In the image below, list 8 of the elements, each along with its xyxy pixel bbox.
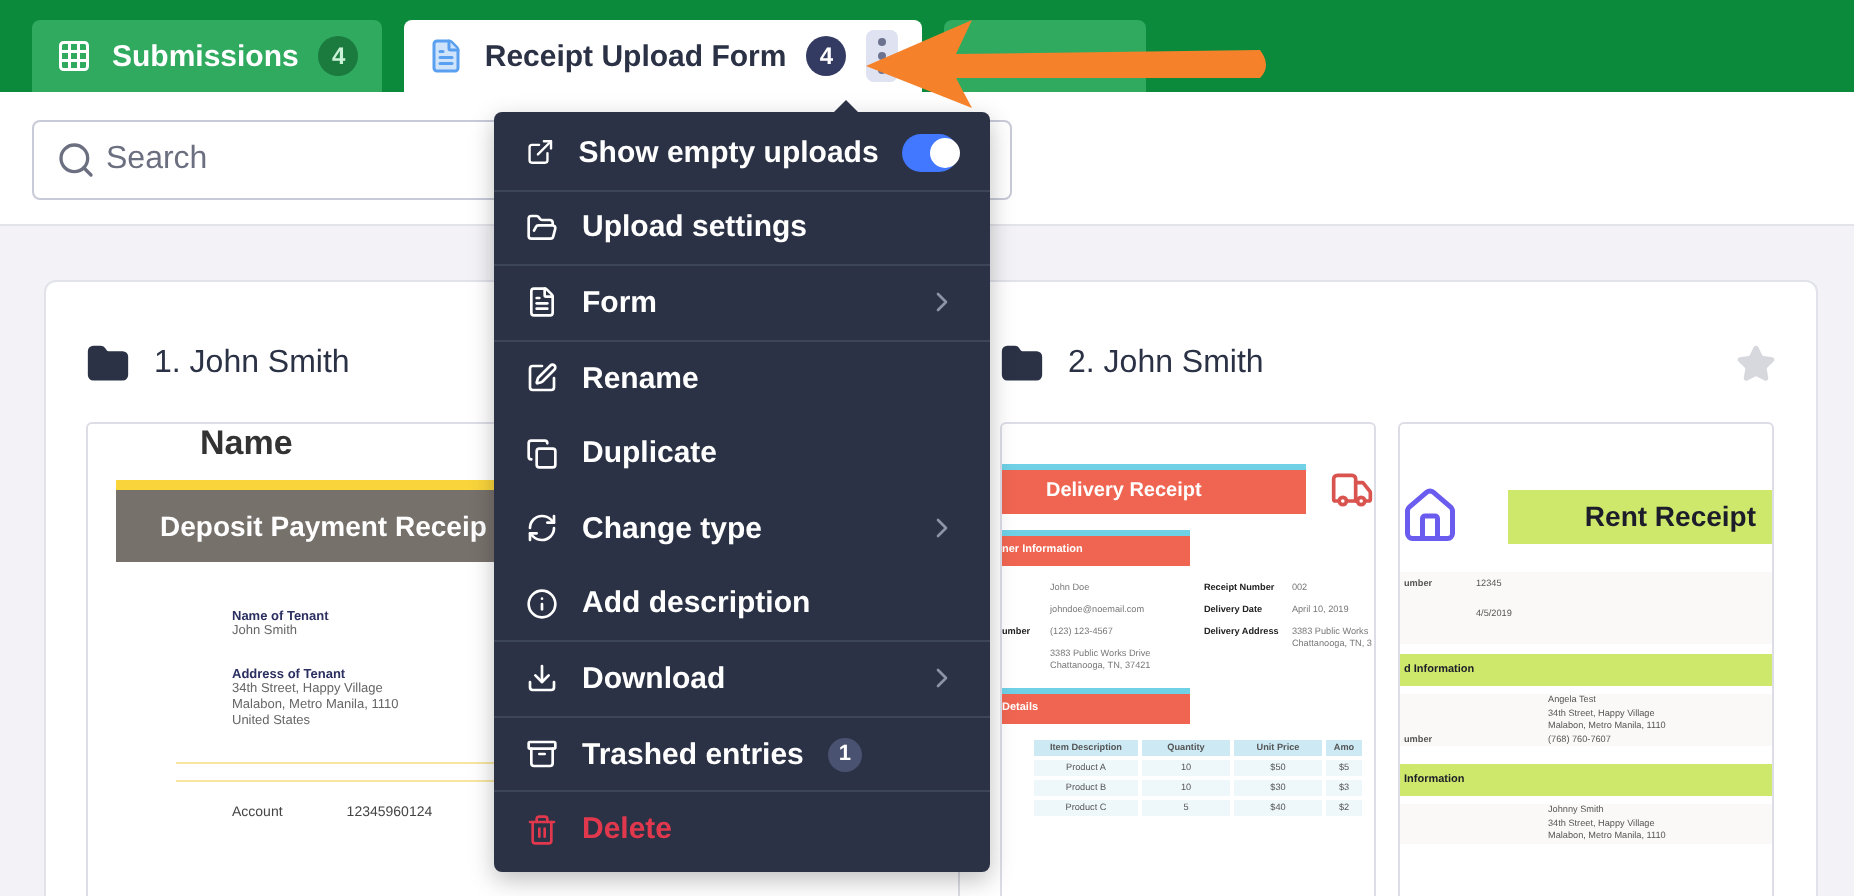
group-title: 1. John Smith: [154, 346, 350, 382]
document-banner: Rent Receipt: [1508, 489, 1772, 543]
document-heading: Name: [200, 424, 293, 464]
count-badge: 1: [827, 737, 862, 772]
document-banner: Delivery Receipt: [1002, 464, 1306, 514]
count-badge: 4: [318, 36, 359, 76]
group-title: 2. John Smith: [1068, 346, 1264, 382]
count-badge: 4: [806, 36, 847, 76]
